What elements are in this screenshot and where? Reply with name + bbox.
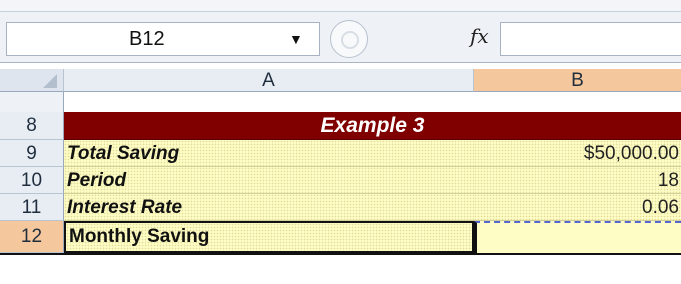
cell-a12[interactable]: Monthly Saving (64, 221, 474, 253)
select-all-corner[interactable] (0, 69, 64, 92)
insert-function-icon[interactable]: fx (470, 24, 489, 48)
formula-input[interactable] (500, 22, 681, 56)
cell-b11[interactable]: 0.06 (474, 194, 681, 221)
cell-b12-selected[interactable] (474, 221, 681, 253)
name-box[interactable]: B12 ▼ (6, 22, 320, 56)
table-bottom-border (0, 253, 681, 255)
row-header-8[interactable]: 8 (0, 112, 64, 140)
dropdown-arrow-icon[interactable]: ▼ (289, 31, 303, 47)
column-header-a[interactable]: A (64, 69, 474, 92)
row-header-10[interactable]: 10 (0, 167, 64, 194)
formula-bar-splitter-icon[interactable] (330, 20, 368, 58)
row-header-7-partial[interactable] (0, 92, 64, 112)
row-header-11[interactable]: 11 (0, 194, 64, 221)
name-box-value: B12 (129, 28, 165, 50)
row-header-9[interactable]: 9 (0, 140, 64, 167)
cell-a9[interactable]: Total Saving (64, 140, 474, 167)
example-title-cell[interactable]: Example 3 (64, 112, 681, 140)
column-header-b[interactable]: B (474, 69, 681, 92)
cell-b10[interactable]: 18 (474, 167, 681, 194)
ribbon-edge (0, 0, 681, 12)
cell-b9[interactable]: $50,000.00 (474, 140, 681, 167)
row-header-12[interactable]: 12 (0, 221, 64, 253)
cell-a11[interactable]: Interest Rate (64, 194, 474, 221)
formula-bar: B12 ▼ fx (0, 12, 681, 63)
cell-a10[interactable]: Period (64, 167, 474, 194)
